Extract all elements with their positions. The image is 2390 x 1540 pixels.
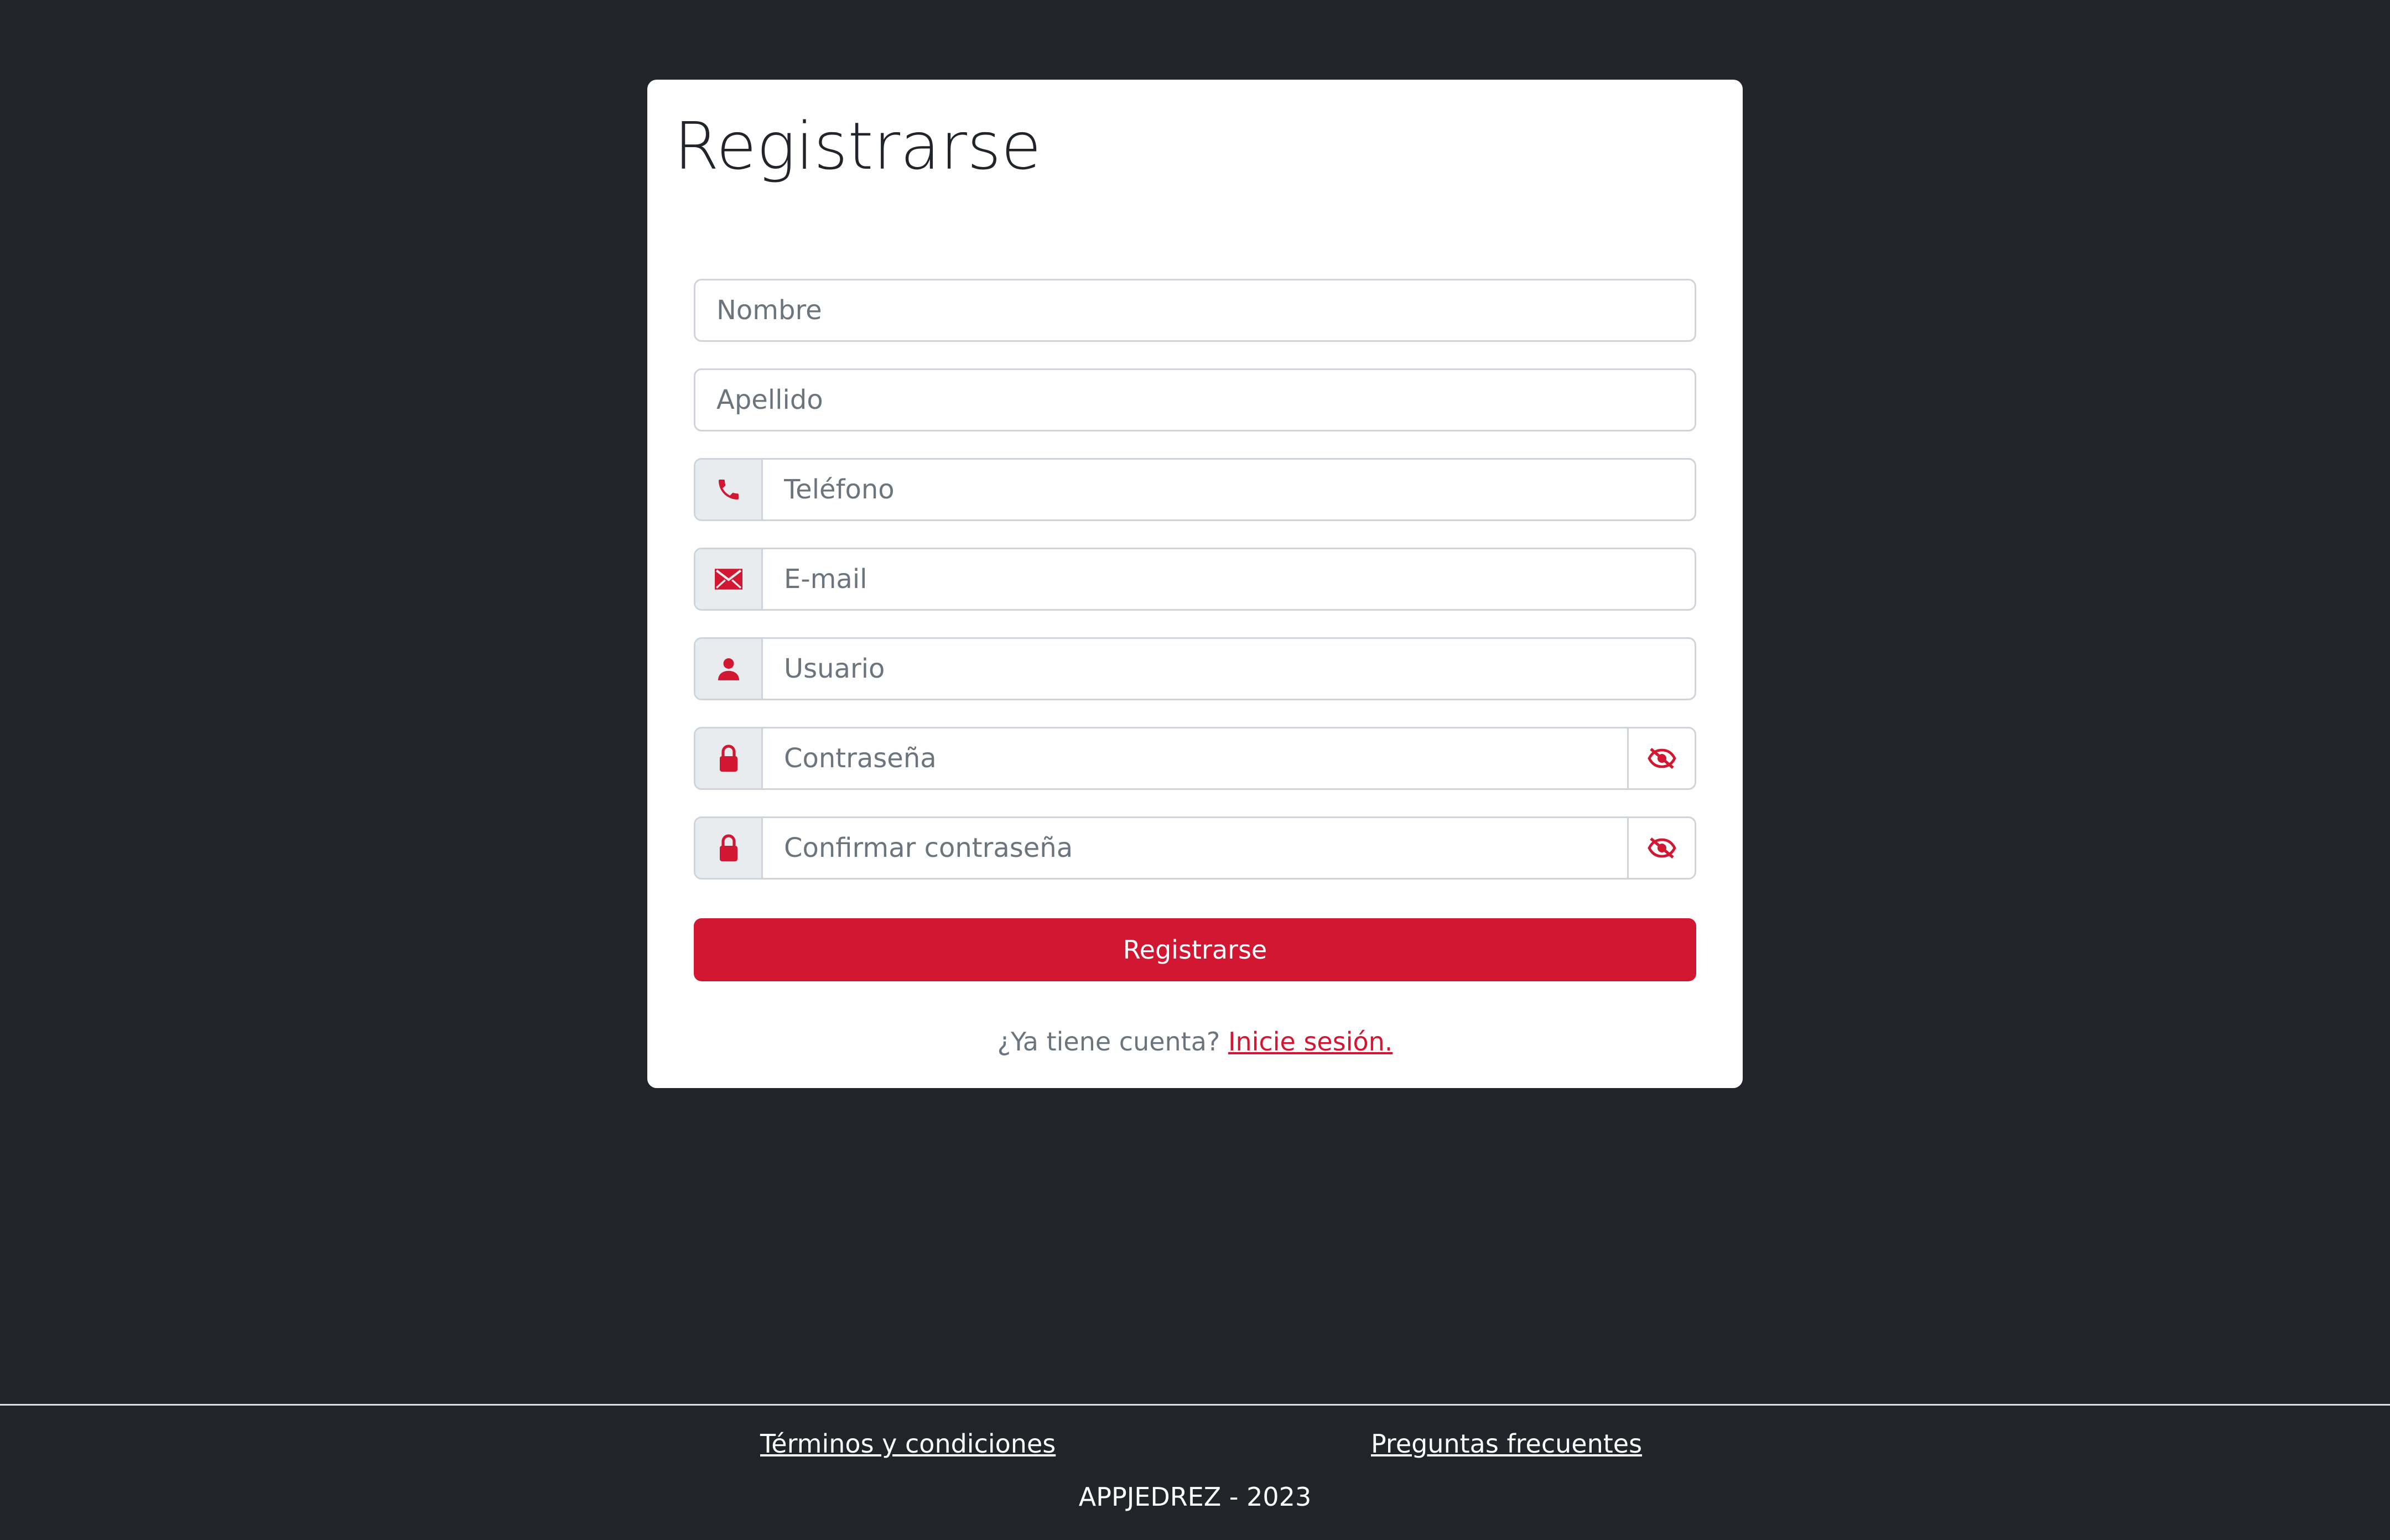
apellido-field-group [694, 368, 1696, 431]
email-input[interactable] [763, 549, 1695, 609]
envelope-icon [695, 549, 763, 609]
confirm-password-input[interactable] [763, 818, 1627, 878]
usuario-field-group [694, 637, 1696, 700]
email-field-group [694, 548, 1696, 611]
password-input[interactable] [763, 729, 1627, 788]
terms-link[interactable]: Términos y condiciones [760, 1429, 1056, 1459]
page-title: Registrarse [674, 108, 1042, 184]
eye-slash-icon[interactable] [1627, 729, 1695, 788]
lock-icon [695, 818, 763, 878]
footer: Términos y condiciones Preguntas frecuen… [0, 1404, 2390, 1540]
confirm-password-field-group [694, 816, 1696, 880]
faq-link[interactable]: Preguntas frecuentes [1371, 1429, 1642, 1459]
login-link[interactable]: Inicie sesión. [1228, 1027, 1393, 1057]
user-icon [695, 639, 763, 699]
copyright-text: APPJEDREZ - 2023 [1078, 1482, 1312, 1512]
password-field-group [694, 727, 1696, 790]
login-prompt-text: ¿Ya tiene cuenta? [997, 1027, 1220, 1057]
register-card: Registrarse Nombre Apellido Teléfono E-m… [647, 80, 1743, 1088]
login-prompt: ¿Ya tiene cuenta? Inicie sesión. [647, 1027, 1743, 1057]
apellido-input[interactable] [695, 370, 1695, 430]
eye-slash-icon[interactable] [1627, 818, 1695, 878]
register-button[interactable]: Registrarse [694, 918, 1696, 981]
nombre-input[interactable] [695, 280, 1695, 340]
lock-icon [695, 729, 763, 788]
telefono-input[interactable] [763, 460, 1695, 519]
usuario-input[interactable] [763, 639, 1695, 699]
nombre-field-group [694, 279, 1696, 342]
phone-icon [695, 460, 763, 519]
page: Registrarse Nombre Apellido Teléfono E-m… [0, 0, 2390, 1540]
telefono-field-group [694, 458, 1696, 521]
